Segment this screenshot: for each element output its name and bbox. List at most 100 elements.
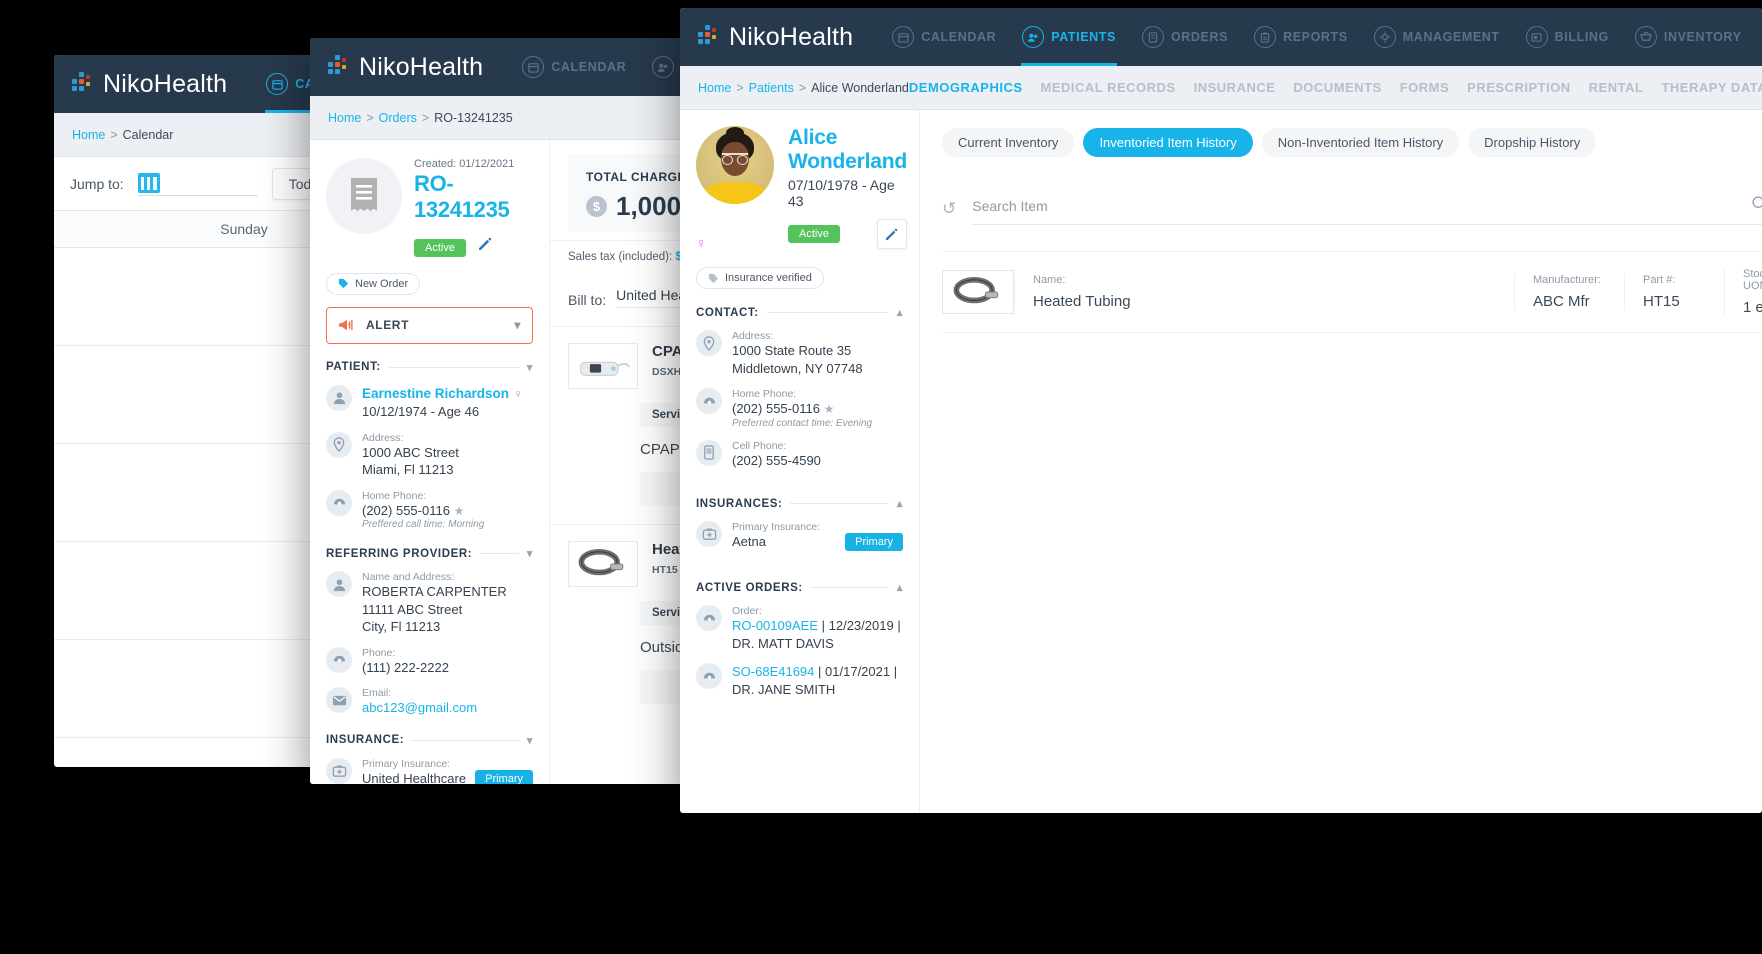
- edit-icon[interactable]: [478, 237, 492, 256]
- breadcrumb-home[interactable]: Home: [328, 111, 361, 125]
- section-active-orders-header[interactable]: ACTIVE ORDERS: ▴: [696, 581, 903, 595]
- chevron-up-icon[interactable]: ▴: [897, 497, 903, 510]
- avatar[interactable]: [696, 126, 774, 204]
- app-logo[interactable]: NikoHealth: [328, 53, 483, 82]
- active-order-row: SO-68E41694 | 01/17/2021 | DR. JANE SMIT…: [696, 663, 903, 698]
- medical-kit-icon: [326, 757, 352, 784]
- tab-medical-records[interactable]: MEDICAL RECORDS: [1041, 80, 1176, 95]
- divider: [412, 739, 519, 741]
- nav-item-patients[interactable]: PATIENTS: [1009, 8, 1129, 66]
- order-id[interactable]: RO-00109AEE: [732, 618, 818, 633]
- patient-dob-age: 10/12/1974 - Age 46: [362, 403, 480, 419]
- bill-to-label: Bill to:: [568, 292, 607, 308]
- billing-icon: [1525, 26, 1548, 48]
- nav-item-inventory[interactable]: INVENTORY: [1622, 8, 1755, 66]
- chevron-up-icon[interactable]: ▴: [897, 581, 903, 594]
- chevron-down-icon[interactable]: ▾: [527, 361, 533, 374]
- divider: [790, 503, 889, 505]
- chevron-down-icon[interactable]: ▾: [527, 734, 533, 747]
- referring-name-block: Name and Address: ROBERTA CARPENTER 1111…: [362, 571, 507, 636]
- calendar-icon: [522, 56, 545, 78]
- order-number[interactable]: RO-13241235: [414, 171, 533, 223]
- chevron-down-icon[interactable]: ▾: [514, 318, 521, 332]
- email-label: Email:: [362, 687, 392, 700]
- gender-mark-wrap: ♀: [696, 235, 903, 253]
- tab-rental[interactable]: RENTAL: [1589, 80, 1644, 95]
- breadcrumb-orders[interactable]: Orders: [379, 111, 417, 125]
- section-insurances-header[interactable]: INSURANCES: ▴: [696, 497, 903, 511]
- section-insurance-header[interactable]: INSURANCE: ▾: [326, 734, 533, 747]
- section-patient-header[interactable]: PATIENT: ▾: [326, 361, 533, 374]
- alert-banner[interactable]: ALERT ▾: [326, 306, 533, 344]
- order-line: RO-00109AEE | 12/23/2019 | DR. MATT DAVI…: [732, 617, 901, 652]
- order-id[interactable]: SO-68E41694: [732, 664, 814, 679]
- tab-documents[interactable]: DOCUMENTS: [1293, 80, 1381, 95]
- search-icon[interactable]: [1751, 195, 1762, 217]
- tab-forms[interactable]: FORMS: [1400, 80, 1449, 95]
- section-contact-header[interactable]: CONTACT: ▴: [696, 306, 903, 320]
- tab-insurance[interactable]: INSURANCE: [1194, 80, 1276, 95]
- breadcrumb-home[interactable]: Home: [72, 128, 105, 142]
- breadcrumb-patients[interactable]: Patients: [749, 81, 794, 95]
- nav-item-orders[interactable]: ORDERS: [1129, 8, 1241, 66]
- nav-item-management[interactable]: MANAGEMENT: [1361, 8, 1513, 66]
- patients-icon: [1022, 26, 1045, 48]
- star-icon[interactable]: ★: [454, 504, 465, 518]
- app-logo[interactable]: NikoHealth: [72, 70, 227, 99]
- chevron-up-icon[interactable]: ▴: [897, 306, 903, 319]
- address-line-1: 1000 ABC Street: [362, 444, 459, 460]
- search-item-field[interactable]: [972, 195, 1762, 225]
- nav-item-reports[interactable]: REPORTS: [1241, 8, 1361, 66]
- tab-demographics[interactable]: DEMOGRAPHICS: [909, 80, 1023, 95]
- phone-icon: [696, 388, 722, 415]
- preferred-contact-time: Preferred contact time: Evening: [732, 417, 873, 429]
- patient-name[interactable]: Earnestine Richardson: [362, 386, 509, 401]
- cell-phone-label: Cell Phone:: [732, 439, 787, 452]
- inventory-segment-tabs: Current Inventory Inventoried Item Histo…: [942, 128, 1762, 157]
- breadcrumb-home[interactable]: Home: [698, 81, 731, 95]
- patient-phone-block: Home Phone: (202) 555-0116 ★ Preffered c…: [362, 490, 484, 531]
- gear-icon: [1373, 26, 1396, 48]
- cell-phone-value: (202) 555-4590: [732, 452, 821, 468]
- order-date: 01/17/2021: [825, 664, 891, 680]
- email-value[interactable]: abc123@gmail.com: [362, 699, 477, 717]
- patient-sidebar: Alice Wonderland 07/10/1978 - Age 43 Act…: [680, 110, 920, 813]
- calendar-picker-icon[interactable]: [137, 173, 160, 193]
- order-status-row: Active: [414, 237, 533, 257]
- phone-icon: [326, 489, 352, 516]
- phone-icon: [696, 605, 722, 632]
- segment-inventoried-item-history[interactable]: Inventoried Item History: [1083, 128, 1253, 157]
- megaphone-icon: [339, 319, 353, 331]
- contact-address-block: Address: 1000 State Route 35 Middletown,…: [732, 330, 863, 377]
- segment-current-inventory[interactable]: Current Inventory: [942, 128, 1075, 157]
- home-phone-label: Home Phone:: [732, 388, 797, 401]
- mobile-phone-icon: [696, 439, 722, 466]
- section-referring-header[interactable]: REFERRING PROVIDER: ▾: [326, 547, 533, 561]
- referring-name-label: Name and Address:: [362, 571, 455, 584]
- inventory-pane: Current Inventory Inventoried Item Histo…: [920, 110, 1762, 813]
- page-title: Alice Wonderland: [788, 126, 907, 173]
- app-logo[interactable]: NikoHealth: [698, 23, 853, 52]
- section-title: INSURANCE:: [326, 734, 405, 747]
- search-input[interactable]: [972, 198, 1751, 214]
- nav-item-calendar[interactable]: CALENDAR: [509, 38, 639, 96]
- nav-item-calendar[interactable]: CALENDAR: [879, 8, 1009, 66]
- jump-to-field[interactable]: [137, 172, 258, 196]
- tab-prescription[interactable]: PRESCRIPTION: [1467, 80, 1571, 95]
- contact-home-phone-block: Home Phone: (202) 555-0116 ★ Preferred c…: [732, 388, 872, 429]
- created-label: Created:: [414, 158, 457, 170]
- calendar-icon: [892, 26, 915, 48]
- star-icon[interactable]: ★: [824, 402, 835, 416]
- patient-identity: Alice Wonderland 07/10/1978 - Age 43 Act…: [788, 126, 907, 249]
- value-name: Heated Tubing: [1033, 293, 1131, 310]
- verified-chip-row: Insurance verified: [696, 267, 903, 289]
- segment-non-inventoried-item-history[interactable]: Non-Inventoried Item History: [1261, 128, 1460, 157]
- nav-item-billing[interactable]: BILLING: [1513, 8, 1622, 66]
- order-label: Order:: [732, 605, 762, 618]
- location-pin-icon: [696, 330, 722, 356]
- table-row[interactable]: Name: Heated Tubing Manufacturer: ABC Mf…: [942, 252, 1762, 333]
- tab-therapy-data[interactable]: THERAPY DATA: [1661, 80, 1762, 95]
- segment-dropship-history[interactable]: Dropship History: [1468, 128, 1597, 157]
- refresh-icon[interactable]: ↺: [942, 199, 956, 225]
- chevron-down-icon[interactable]: ▾: [527, 547, 533, 560]
